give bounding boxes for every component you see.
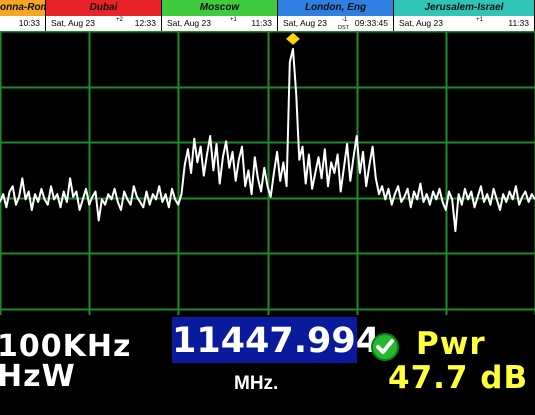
clock-city: onna-Roma xyxy=(0,0,45,16)
check-circle-icon xyxy=(371,333,399,361)
clock-date: Sat, Aug 23 xyxy=(283,18,327,28)
clock-date: Sat, Aug 23 xyxy=(399,18,443,28)
signal-readout: 100KHz HzW 11447.994 MHz. Pwr 47.7 dB xyxy=(0,315,535,415)
power-value: 47.7 dB xyxy=(388,360,529,396)
clock-moscow: Moscow Sat, Aug 23 +1 11:33 xyxy=(162,0,278,31)
clock-london: London, Eng Sat, Aug 23 -1 DST 09:33:45 xyxy=(278,0,394,31)
clock-body: 10:33 xyxy=(0,16,45,31)
clock-utc-offset: +1 xyxy=(230,17,237,23)
clock-date: Sat, Aug 23 xyxy=(167,18,211,28)
clock-date: Sat, Aug 23 xyxy=(51,18,95,28)
clock-dst-flag: DST xyxy=(338,25,349,31)
clock-time: 10:33 xyxy=(18,18,40,28)
clock-body: Sat, Aug 23 +1 11:33 xyxy=(162,16,277,31)
clock-utc-offset: +1 xyxy=(476,17,483,23)
clock-utc-offset: +2 xyxy=(116,17,123,23)
clock-city: London, Eng xyxy=(278,0,393,16)
clock-time: 09:33:45 xyxy=(354,18,388,28)
rbw-value: HzW xyxy=(0,359,76,394)
clock-time: 11:33 xyxy=(508,18,529,28)
clock-body: Sat, Aug 23 +1 11:33 xyxy=(394,16,534,31)
clock-time: 11:33 xyxy=(251,18,272,28)
clock-city: Jerusalem-Israel xyxy=(394,0,534,16)
frequency-unit: MHz. xyxy=(234,373,279,394)
world-clock-bar: onna-Roma 10:33 Dubai Sat, Aug 23 +2 12:… xyxy=(0,0,535,31)
clock-body: Sat, Aug 23 +2 12:33 xyxy=(46,16,161,31)
clock-city: Dubai xyxy=(46,0,161,16)
clock-jerusalem: Jerusalem-Israel Sat, Aug 23 +1 11:33 xyxy=(394,0,535,31)
clock-city: Moscow xyxy=(162,0,277,16)
clock-body: Sat, Aug 23 -1 DST 09:33:45 xyxy=(278,16,393,31)
clock-rome: onna-Roma 10:33 xyxy=(0,0,46,31)
power-label: Pwr xyxy=(416,326,486,362)
clock-time: 12:33 xyxy=(134,18,156,28)
center-frequency[interactable]: 11447.994 xyxy=(172,317,380,363)
spectrum-display xyxy=(0,31,535,315)
clock-dubai: Dubai Sat, Aug 23 +2 12:33 xyxy=(46,0,162,31)
